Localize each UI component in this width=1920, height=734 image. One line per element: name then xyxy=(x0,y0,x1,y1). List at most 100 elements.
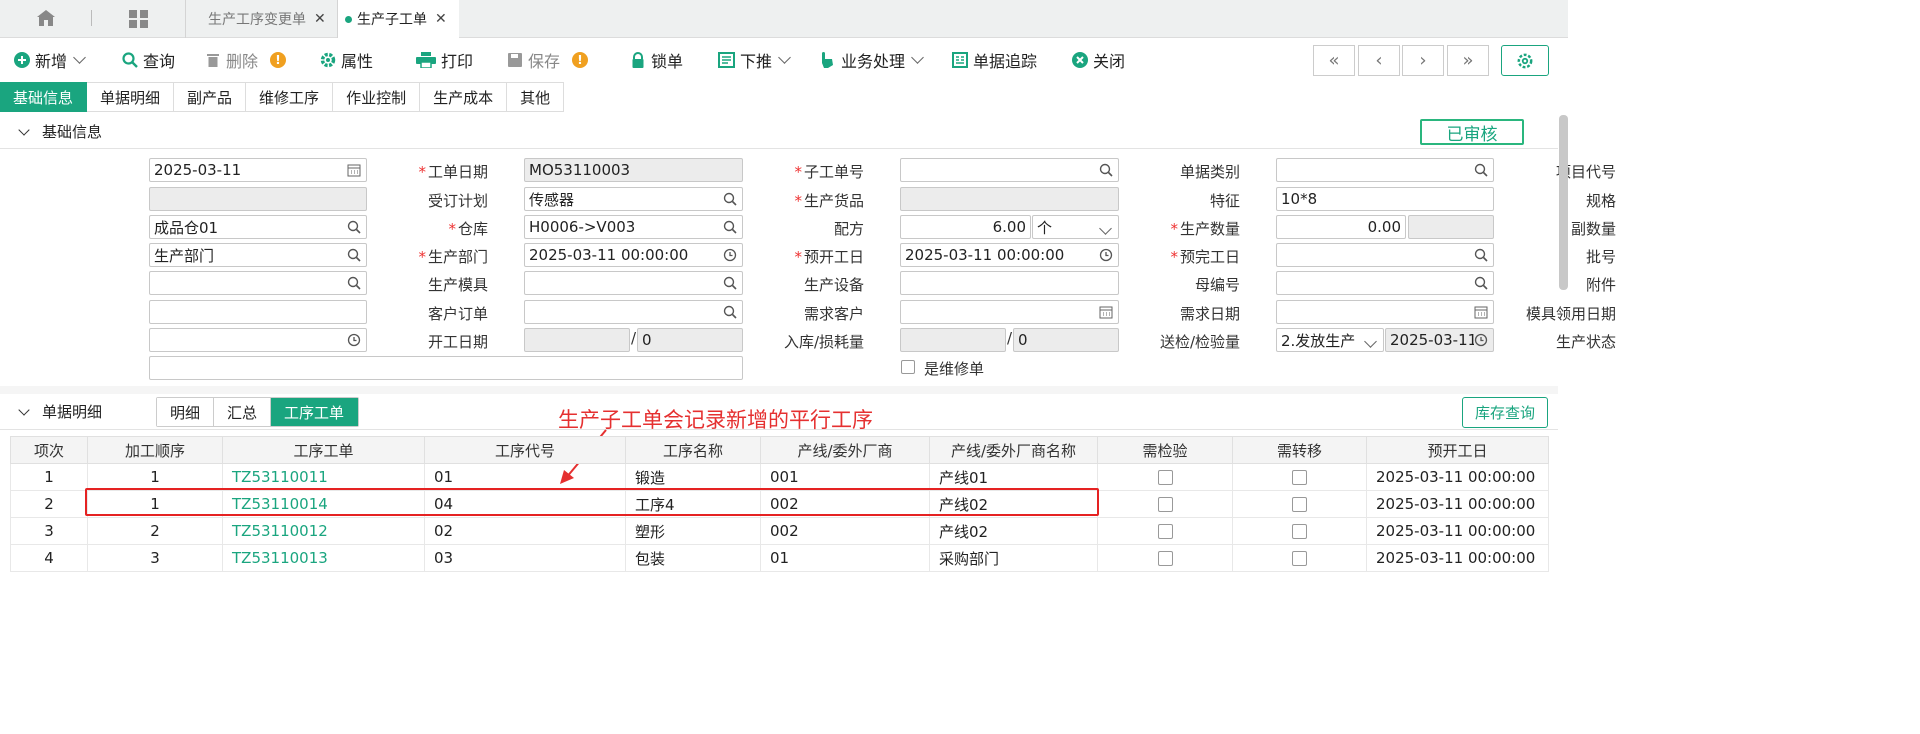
next-record-button[interactable]: › xyxy=(1402,45,1444,76)
calendar-icon[interactable] xyxy=(347,163,361,177)
home-icon[interactable] xyxy=(36,9,56,27)
formula-field[interactable]: H0006->V003 xyxy=(524,215,743,239)
unit-select[interactable]: 个 xyxy=(1032,215,1119,239)
attachment-field[interactable] xyxy=(1276,271,1494,295)
process-order-link[interactable]: TZ53110012 xyxy=(222,517,425,545)
transfer-checkbox[interactable] xyxy=(1292,551,1307,566)
inspect-checkbox[interactable] xyxy=(1157,551,1173,566)
col-process-order[interactable]: 工序工单 xyxy=(222,436,425,464)
sub-unit-field[interactable] xyxy=(1408,215,1494,239)
chevron-down-icon[interactable] xyxy=(778,51,791,64)
save-button[interactable]: 保存! xyxy=(507,38,589,82)
work-date-field[interactable]: 2025-03-11 xyxy=(149,158,367,182)
search-icon[interactable] xyxy=(1474,248,1488,262)
order-plan-field[interactable] xyxy=(149,187,367,211)
query-button[interactable]: 查询 xyxy=(122,38,175,82)
search-icon[interactable] xyxy=(1474,163,1488,177)
calendar-icon[interactable] xyxy=(1099,305,1113,319)
equipment-field[interactable] xyxy=(524,271,743,295)
trace-button[interactable]: 单据追踪 xyxy=(952,38,1037,82)
push-down-button[interactable]: 下推 xyxy=(718,38,791,82)
spec-field[interactable]: 10*8 xyxy=(1276,187,1494,211)
col-plan-start[interactable]: 预开工日 xyxy=(1366,436,1549,464)
col-process-code[interactable]: 工序代号 xyxy=(424,436,626,464)
mold-date-field[interactable] xyxy=(1276,300,1494,324)
warehouse-field[interactable]: 成品仓01 xyxy=(149,215,367,239)
status-date-field[interactable]: 2025-03-11 xyxy=(1385,328,1494,352)
chevron-down-icon[interactable] xyxy=(73,51,86,64)
clock-icon[interactable] xyxy=(347,333,361,347)
project-code-field[interactable] xyxy=(1276,158,1494,182)
inspect-qty-field[interactable] xyxy=(900,328,1006,352)
lock-button[interactable]: 锁单 xyxy=(630,38,683,82)
process-order-link[interactable]: TZ53110011 xyxy=(222,463,425,491)
prev-record-button[interactable]: ‹ xyxy=(1358,45,1400,76)
search-icon[interactable] xyxy=(723,305,737,319)
properties-button[interactable]: 属性 xyxy=(320,38,373,82)
clock-icon[interactable] xyxy=(723,248,737,262)
product-field[interactable]: 传感器 xyxy=(524,187,743,211)
remark-field[interactable] xyxy=(149,356,743,380)
search-icon[interactable] xyxy=(1474,276,1488,290)
search-icon[interactable] xyxy=(723,192,737,206)
clock-icon[interactable] xyxy=(1474,333,1488,347)
chevron-down-icon[interactable] xyxy=(1364,335,1377,348)
grid-icon[interactable] xyxy=(129,10,148,28)
feature-field[interactable] xyxy=(900,187,1119,211)
table-row[interactable]: 1 1 TZ53110011 01 锻造 001 产线01 2025-03-11… xyxy=(10,463,1549,491)
col-index[interactable]: 项次 xyxy=(10,436,88,464)
delete-button[interactable]: 删除! xyxy=(205,38,287,82)
print-button[interactable]: 打印 xyxy=(416,38,473,82)
dept-field[interactable]: 生产部门 xyxy=(149,243,367,267)
business-button[interactable]: 业务处理 xyxy=(820,38,924,82)
start-date-field[interactable] xyxy=(149,328,367,352)
table-row[interactable]: 3 2 TZ53110012 02 塑形 002 产线02 2025-03-11… xyxy=(10,517,1549,545)
plan-end-field[interactable]: 2025-03-11 00:00:00 xyxy=(900,243,1119,267)
vertical-scrollbar[interactable] xyxy=(1559,115,1568,290)
demand-date-field[interactable] xyxy=(900,300,1119,324)
loss-qty-field[interactable]: 0 xyxy=(637,328,743,352)
chevron-down-icon[interactable] xyxy=(18,403,30,416)
chevron-down-icon[interactable] xyxy=(911,51,924,64)
in-qty-field[interactable] xyxy=(524,328,630,352)
tab-process-change[interactable]: 生产工序变更单 ✕ xyxy=(185,0,337,38)
transfer-checkbox[interactable] xyxy=(1292,470,1307,485)
tab-job-control[interactable]: 作业控制 xyxy=(333,82,421,112)
basic-info-header[interactable]: 基础信息 xyxy=(0,115,1558,149)
inspect-checkbox[interactable] xyxy=(1157,524,1173,539)
transfer-checkbox[interactable] xyxy=(1292,497,1307,512)
parent-no-field[interactable] xyxy=(900,271,1119,295)
col-line-vendor-name[interactable]: 产线/委外厂商名称 xyxy=(929,436,1098,464)
tab-production-cost[interactable]: 生产成本 xyxy=(420,82,508,112)
search-icon[interactable] xyxy=(347,220,361,234)
doc-type-field[interactable] xyxy=(900,158,1119,182)
col-sequence[interactable]: 加工顺序 xyxy=(87,436,223,464)
tab-sub-work-order[interactable]: 生产子工单 ✕ xyxy=(337,0,459,38)
calendar-icon[interactable] xyxy=(1474,305,1488,319)
chevron-down-icon[interactable] xyxy=(1099,222,1112,235)
view-detail[interactable]: 明细 xyxy=(157,398,215,426)
last-record-button[interactable]: » xyxy=(1447,45,1489,76)
search-icon[interactable] xyxy=(723,220,737,234)
first-record-button[interactable]: « xyxy=(1313,45,1355,76)
sub-qty-field[interactable]: 0.00 xyxy=(1276,215,1406,239)
close-button[interactable]: 关闭 xyxy=(1072,38,1125,82)
plan-start-field[interactable]: 2025-03-11 00:00:00 xyxy=(524,243,743,267)
tab-basic-info[interactable]: 基础信息 xyxy=(0,82,88,112)
sub-no-field[interactable]: MO53110003 xyxy=(524,158,743,182)
tab-doc-detail[interactable]: 单据明细 xyxy=(87,82,175,112)
tab-other[interactable]: 其他 xyxy=(507,82,565,112)
col-line-vendor[interactable]: 产线/委外厂商 xyxy=(760,436,930,464)
mold-field[interactable] xyxy=(149,271,367,295)
settings-button[interactable] xyxy=(1501,45,1549,76)
tab-repair-process[interactable]: 维修工序 xyxy=(246,82,334,112)
table-row[interactable]: 4 3 TZ53110013 03 包装 01 采购部门 2025-03-11 … xyxy=(10,544,1549,572)
tab-by-product[interactable]: 副产品 xyxy=(174,82,247,112)
search-icon[interactable] xyxy=(347,248,361,262)
search-icon[interactable] xyxy=(723,276,737,290)
close-icon[interactable]: ✕ xyxy=(435,11,447,27)
view-process-orders[interactable]: 工序工单 xyxy=(271,398,359,426)
new-button[interactable]: 新增 xyxy=(14,38,86,82)
inspect-checkbox[interactable] xyxy=(1157,470,1173,485)
search-icon[interactable] xyxy=(1099,163,1113,177)
